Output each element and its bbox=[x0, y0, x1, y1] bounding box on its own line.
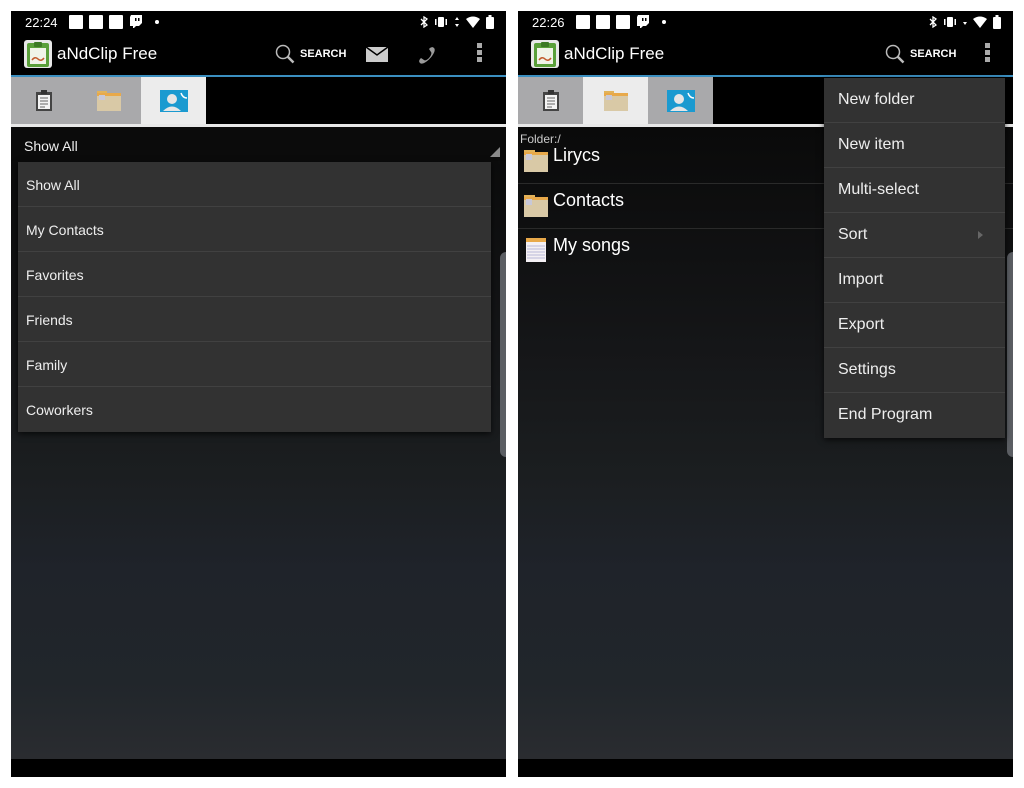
search-label: SEARCH bbox=[910, 48, 957, 60]
group-filter-spinner[interactable]: Show All bbox=[11, 127, 506, 161]
tab-clipboard[interactable] bbox=[11, 77, 76, 124]
navigation-bar bbox=[518, 759, 1013, 777]
dropdown-option-friends[interactable]: Friends bbox=[18, 297, 491, 342]
group-filter-dropdown: Show All My Contacts Favorites Friends F… bbox=[18, 162, 491, 432]
spinner-arrow-icon bbox=[490, 147, 500, 157]
search-icon bbox=[885, 44, 905, 64]
vibrate-icon bbox=[435, 17, 447, 27]
tab-folders[interactable] bbox=[76, 77, 141, 124]
menu-item-import[interactable]: Import bbox=[824, 258, 1005, 303]
status-bar: 22:24 bbox=[11, 11, 506, 33]
menu-item-multi-select[interactable]: Multi-select bbox=[824, 168, 1005, 213]
vibrate-icon bbox=[944, 17, 956, 27]
data-arrow-icon bbox=[963, 22, 967, 25]
menu-label: Sort bbox=[838, 226, 868, 243]
dropdown-option-favorites[interactable]: Favorites bbox=[18, 252, 491, 297]
folder-icon bbox=[524, 195, 548, 217]
scrollbar[interactable] bbox=[500, 252, 506, 457]
more-notifications-dot bbox=[662, 20, 666, 24]
overflow-menu-button[interactable] bbox=[477, 43, 483, 65]
menu-label: Export bbox=[838, 316, 885, 333]
notification-icon bbox=[596, 15, 610, 29]
twitch-icon bbox=[130, 15, 142, 28]
menu-item-export[interactable]: Export bbox=[824, 303, 1005, 348]
screenshot-right: 22:26 aNdClip Free SEARCH Folder:/ Liryc… bbox=[518, 11, 1013, 777]
menu-label: Settings bbox=[838, 361, 896, 378]
search-label: SEARCH bbox=[300, 48, 347, 60]
notification-icon bbox=[576, 15, 590, 29]
tab-contacts[interactable] bbox=[648, 77, 713, 124]
notification-icon bbox=[89, 15, 103, 29]
app-title: aNdClip Free bbox=[57, 44, 158, 63]
menu-item-end-program[interactable]: End Program bbox=[824, 393, 1005, 438]
status-time: 22:24 bbox=[25, 15, 58, 30]
note-icon bbox=[526, 238, 546, 262]
app-logo-icon bbox=[531, 40, 559, 68]
menu-label: End Program bbox=[838, 406, 933, 423]
wifi-icon bbox=[466, 16, 480, 28]
bluetooth-icon bbox=[929, 16, 937, 28]
action-bar: aNdClip Free SEARCH bbox=[518, 33, 1013, 77]
menu-item-sort[interactable]: Sort bbox=[824, 213, 1005, 258]
menu-label: New folder bbox=[838, 91, 915, 108]
folder-icon bbox=[96, 90, 121, 111]
dropdown-option-family[interactable]: Family bbox=[18, 342, 491, 387]
twitch-icon bbox=[637, 15, 649, 28]
menu-item-new-folder[interactable]: New folder bbox=[824, 78, 1005, 123]
phone-icon[interactable] bbox=[416, 43, 440, 65]
status-time: 22:26 bbox=[532, 15, 565, 30]
data-arrows-icon bbox=[455, 17, 459, 27]
more-notifications-dot bbox=[155, 20, 159, 24]
overflow-menu-button[interactable] bbox=[985, 43, 991, 65]
spinner-value: Show All bbox=[24, 138, 78, 154]
folder-icon bbox=[603, 90, 628, 111]
battery-icon bbox=[993, 15, 1001, 29]
menu-item-new-item[interactable]: New item bbox=[824, 123, 1005, 168]
battery-icon bbox=[486, 15, 494, 29]
scrollbar[interactable] bbox=[1007, 252, 1013, 457]
contacts-content: Show All Show All My Contacts Favorites … bbox=[11, 127, 506, 759]
folder-icon bbox=[524, 150, 548, 172]
screenshot-left: 22:24 aNdClip Free SEARCH Show All Show … bbox=[11, 11, 506, 777]
action-bar: aNdClip Free SEARCH bbox=[11, 33, 506, 77]
dropdown-option-coworkers[interactable]: Coworkers bbox=[18, 387, 491, 432]
submenu-arrow-icon bbox=[978, 231, 983, 239]
mail-icon[interactable] bbox=[365, 43, 389, 65]
menu-label: New item bbox=[838, 136, 905, 153]
notification-icon bbox=[616, 15, 630, 29]
wifi-icon bbox=[973, 16, 987, 28]
menu-item-settings[interactable]: Settings bbox=[824, 348, 1005, 393]
search-icon bbox=[275, 44, 295, 64]
search-button[interactable]: SEARCH bbox=[274, 42, 346, 66]
notification-icon bbox=[69, 15, 83, 29]
item-label: My songs bbox=[553, 235, 631, 255]
item-label: Contacts bbox=[553, 190, 625, 210]
app-logo-icon bbox=[24, 40, 52, 68]
tab-clipboard[interactable] bbox=[518, 77, 583, 124]
tab-folders[interactable] bbox=[583, 77, 648, 124]
contacts-icon bbox=[666, 89, 695, 112]
clipboard-icon bbox=[35, 89, 52, 111]
bluetooth-icon bbox=[420, 16, 428, 28]
contacts-icon bbox=[159, 89, 188, 112]
navigation-bar bbox=[11, 759, 506, 777]
item-label: Lirycs bbox=[553, 145, 601, 165]
status-bar: 22:26 bbox=[518, 11, 1013, 33]
app-title: aNdClip Free bbox=[564, 44, 665, 63]
tab-bar bbox=[11, 77, 506, 124]
tab-contacts[interactable] bbox=[141, 77, 206, 124]
menu-label: Multi-select bbox=[838, 181, 919, 198]
dropdown-option-show-all[interactable]: Show All bbox=[18, 162, 491, 207]
overflow-menu: New folder New item Multi-select Sort Im… bbox=[824, 78, 1005, 438]
notification-icon bbox=[109, 15, 123, 29]
clipboard-icon bbox=[542, 89, 559, 111]
search-button[interactable]: SEARCH bbox=[884, 42, 956, 66]
dropdown-option-my-contacts[interactable]: My Contacts bbox=[18, 207, 491, 252]
menu-label: Import bbox=[838, 271, 884, 288]
